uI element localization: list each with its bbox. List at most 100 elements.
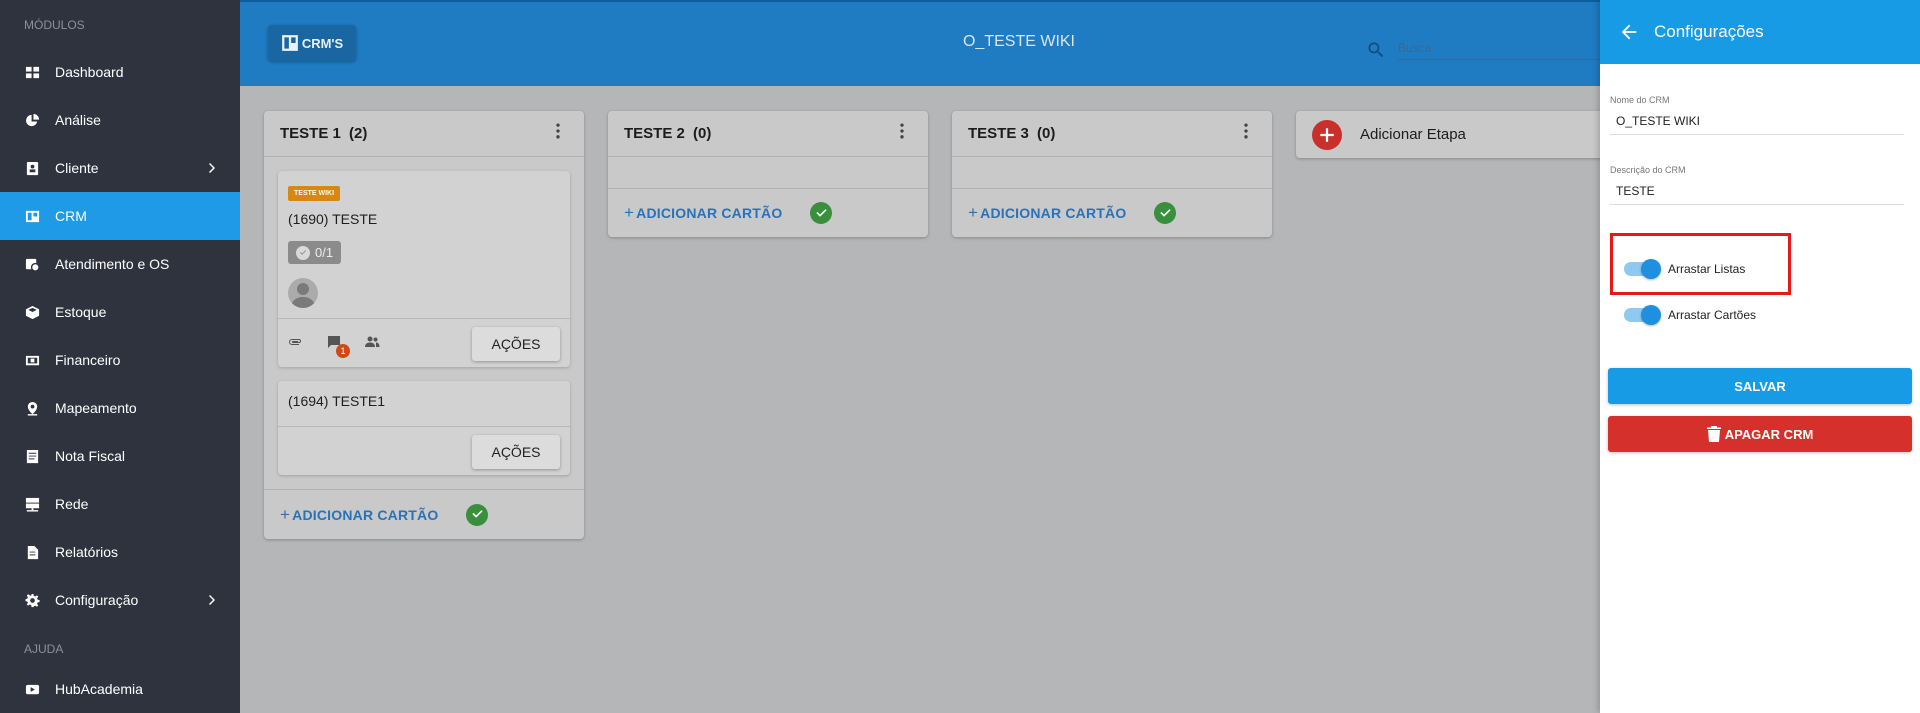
card-title: (1694) TESTE1	[278, 381, 570, 427]
trash-icon	[1706, 426, 1721, 442]
sidebar-item-crm[interactable]: CRM	[0, 192, 240, 240]
checklist-count: 0/1	[315, 245, 334, 260]
column-count: (0)	[693, 125, 712, 142]
save-button[interactable]: SALVAR	[1608, 368, 1912, 404]
network-icon	[24, 496, 40, 512]
column-title: TESTE 1	[280, 125, 341, 142]
panel-header: Configurações	[1600, 0, 1920, 64]
panel-title: Configurações	[1654, 22, 1764, 41]
crm-name-field[interactable]: Nome do CRM O_TESTE WIKI	[1610, 95, 1904, 135]
document-icon	[24, 448, 40, 464]
kanban-card[interactable]: TESTE WIKI (1690) TESTE 0/1 1 AÇÕES	[278, 171, 570, 367]
plus-icon: +	[280, 504, 291, 524]
add-stage-button[interactable]: Adicionar Etapa	[1296, 111, 1616, 158]
delete-crm-button[interactable]: APAGAR CRM	[1608, 416, 1912, 452]
drag-cards-toggle[interactable]	[1624, 305, 1661, 325]
crm-description-input[interactable]: TESTE	[1610, 184, 1904, 205]
toggle-knob	[1641, 305, 1661, 325]
add-card-button[interactable]: + ADICIONAR CARTÃO	[280, 505, 438, 525]
sidebar-item-atendimento[interactable]: Atendimento e OS	[0, 240, 240, 288]
plus-icon: +	[624, 203, 635, 222]
column-title: TESTE 2	[624, 125, 685, 142]
more-vert-icon[interactable]	[1236, 121, 1256, 146]
plus-icon: +	[968, 203, 979, 222]
sidebar-item-label: Relatórios	[55, 544, 119, 560]
sidebar-item-label: Dashboard	[55, 64, 124, 80]
crm-description-label: Descrição do CRM	[1610, 165, 1686, 175]
column-empty-area	[608, 157, 928, 189]
contact-icon	[24, 160, 40, 176]
search	[1366, 40, 1638, 60]
sidebar-item-label: Mapeamento	[55, 400, 137, 416]
card-tag[interactable]: TESTE WIKI	[288, 186, 341, 201]
crm-name-label: Nome do CRM	[1610, 95, 1670, 105]
sidebar-item-label: Cliente	[55, 160, 99, 176]
more-vert-icon[interactable]	[548, 121, 568, 146]
section-label-help: AJUDA	[24, 642, 64, 656]
sidebar-item-estoque[interactable]: Estoque	[0, 288, 240, 336]
drag-cards-label: Arrastar Cartões	[1668, 308, 1757, 322]
avatar	[288, 278, 318, 308]
column-header: TESTE 2 (0)	[608, 111, 928, 157]
checklist-badge: 0/1	[288, 241, 342, 264]
chevron-right-icon	[204, 160, 220, 176]
sidebar: MÓDULOS Dashboard Análise Cliente CRM At…	[0, 0, 240, 713]
column-header: TESTE 3 (0)	[952, 111, 1272, 157]
toggle-knob	[1641, 259, 1661, 279]
drag-lists-label: Arrastar Listas	[1668, 262, 1746, 276]
sidebar-item-label: Estoque	[55, 304, 107, 320]
crm-description-field[interactable]: Descrição do CRM TESTE	[1610, 165, 1904, 205]
sidebar-item-analise[interactable]: Análise	[0, 96, 240, 144]
gear-icon	[24, 592, 40, 608]
comment-icon[interactable]: 1	[326, 334, 350, 358]
comment-count-badge: 1	[336, 344, 350, 358]
column-footer: + ADICIONAR CARTÃO	[952, 189, 1272, 237]
actions-button[interactable]: AÇÕES	[472, 327, 560, 361]
sidebar-item-financeiro[interactable]: Financeiro	[0, 336, 240, 384]
column-empty-area	[952, 157, 1272, 189]
column-count: (2)	[349, 125, 368, 142]
arrow-back-icon[interactable]	[1618, 21, 1640, 43]
sidebar-item-configuracao[interactable]: Configuração	[0, 576, 240, 624]
sidebar-item-label: Financeiro	[55, 352, 121, 368]
sidebar-item-nota-fiscal[interactable]: Nota Fiscal	[0, 432, 240, 480]
sidebar-item-label: Atendimento e OS	[55, 256, 170, 272]
sidebar-item-rede[interactable]: Rede	[0, 480, 240, 528]
add-card-button[interactable]: + ADICIONAR CARTÃO	[968, 203, 1126, 223]
crm-name-input[interactable]: O_TESTE WIKI	[1610, 114, 1904, 135]
search-icon[interactable]	[1366, 40, 1386, 60]
sidebar-item-cliente[interactable]: Cliente	[0, 144, 240, 192]
calendar-clock-icon	[24, 256, 40, 272]
more-vert-icon[interactable]	[892, 121, 912, 146]
column-header: TESTE 1 (2)	[264, 111, 584, 157]
actions-button[interactable]: AÇÕES	[472, 435, 560, 469]
sidebar-item-relatorios[interactable]: Relatórios	[0, 528, 240, 576]
drag-cards-toggle-row[interactable]: Arrastar Cartões	[1624, 305, 1757, 325]
sidebar-item-hubacademia[interactable]: HubAcademia	[0, 672, 240, 706]
column-title: TESTE 3	[968, 125, 1029, 142]
sidebar-item-label: CRM	[55, 208, 87, 224]
check-circle-icon[interactable]	[810, 202, 833, 224]
pie-chart-icon	[24, 112, 40, 128]
box-icon	[24, 304, 40, 320]
check-circle-icon[interactable]	[466, 503, 489, 526]
chevron-right-icon	[204, 592, 220, 608]
card-title: (1690) TESTE	[288, 211, 378, 227]
settings-panel: Configurações Nome do CRM O_TESTE WIKI D…	[1600, 0, 1920, 713]
sidebar-item-label: Análise	[55, 112, 101, 128]
pin-icon	[24, 400, 40, 416]
board-column: TESTE 1 (2) TESTE WIKI (1690) TESTE 0/1 …	[264, 111, 584, 539]
sidebar-item-dashboard[interactable]: Dashboard	[0, 48, 240, 96]
kanban-card[interactable]: (1694) TESTE1 AÇÕES	[278, 381, 570, 475]
column-footer: + ADICIONAR CARTÃO	[264, 489, 584, 539]
column-count: (0)	[1037, 125, 1056, 142]
drag-lists-toggle[interactable]	[1624, 259, 1661, 279]
check-circle-icon	[296, 245, 310, 260]
add-card-button[interactable]: + ADICIONAR CARTÃO	[624, 203, 782, 223]
check-circle-icon[interactable]	[1154, 202, 1177, 224]
attachment-icon[interactable]	[288, 334, 306, 352]
people-icon[interactable]	[364, 334, 382, 352]
delete-crm-label: APAGAR CRM	[1724, 426, 1814, 442]
drag-lists-toggle-row[interactable]: Arrastar Listas	[1624, 259, 1746, 279]
sidebar-item-mapeamento[interactable]: Mapeamento	[0, 384, 240, 432]
